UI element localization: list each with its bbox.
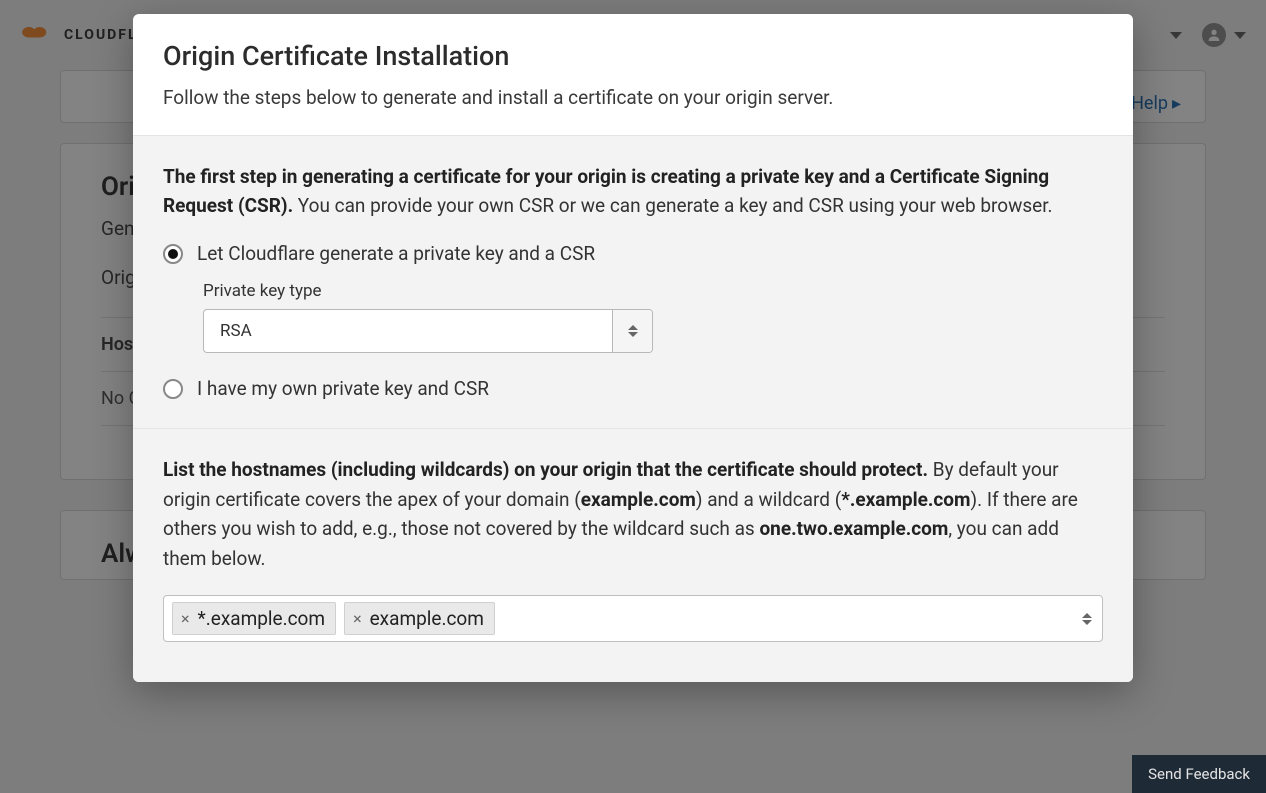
send-feedback-button[interactable]: Send Feedback xyxy=(1132,755,1266,793)
radio-own-row[interactable]: I have my own private key and CSR xyxy=(163,377,1103,400)
origin-cert-modal: Origin Certificate Installation Follow t… xyxy=(133,14,1133,682)
modal-title: Origin Certificate Installation xyxy=(163,40,1103,72)
key-type-select[interactable]: RSA xyxy=(203,309,653,353)
tag-label: example.com xyxy=(370,607,484,630)
step1-rest: You can provide your own CSR or we can g… xyxy=(293,194,1052,217)
triangle-up-icon xyxy=(1082,613,1092,618)
tag-remove-icon[interactable]: × xyxy=(353,609,362,628)
modal-subtitle: Follow the steps below to generate and i… xyxy=(163,84,1103,113)
step-1-section: The first step in generating a certifica… xyxy=(133,136,1133,430)
radio-generate[interactable] xyxy=(163,244,183,264)
radio-generate-label: Let Cloudflare generate a private key an… xyxy=(197,242,595,265)
key-type-field: Private key type RSA xyxy=(203,281,1103,353)
select-stepper-icon[interactable] xyxy=(612,310,652,352)
radio-own[interactable] xyxy=(163,379,183,399)
tag-expand-icon[interactable] xyxy=(1082,613,1092,625)
key-type-label: Private key type xyxy=(203,281,1103,301)
triangle-down-icon xyxy=(628,332,638,337)
hostname-tag: × *.example.com xyxy=(172,602,336,635)
step-2-section: List the hostnames (including wildcards)… xyxy=(133,429,1133,682)
tag-remove-icon[interactable]: × xyxy=(181,609,190,628)
hostnames-input[interactable]: × *.example.com × example.com xyxy=(163,595,1103,642)
step2-text: List the hostnames (including wildcards)… xyxy=(163,455,1103,573)
radio-own-label: I have my own private key and CSR xyxy=(197,377,489,400)
modal-header: Origin Certificate Installation Follow t… xyxy=(133,14,1133,136)
step2-bold: List the hostnames (including wildcards)… xyxy=(163,458,928,481)
key-type-value: RSA xyxy=(204,310,612,352)
triangle-up-icon xyxy=(628,325,638,330)
triangle-down-icon xyxy=(1082,620,1092,625)
hostname-tag: × example.com xyxy=(344,602,495,635)
tag-label: *.example.com xyxy=(198,607,326,630)
radio-generate-row[interactable]: Let Cloudflare generate a private key an… xyxy=(163,242,1103,265)
feedback-label: Send Feedback xyxy=(1148,765,1250,783)
step1-text: The first step in generating a certifica… xyxy=(163,162,1103,221)
